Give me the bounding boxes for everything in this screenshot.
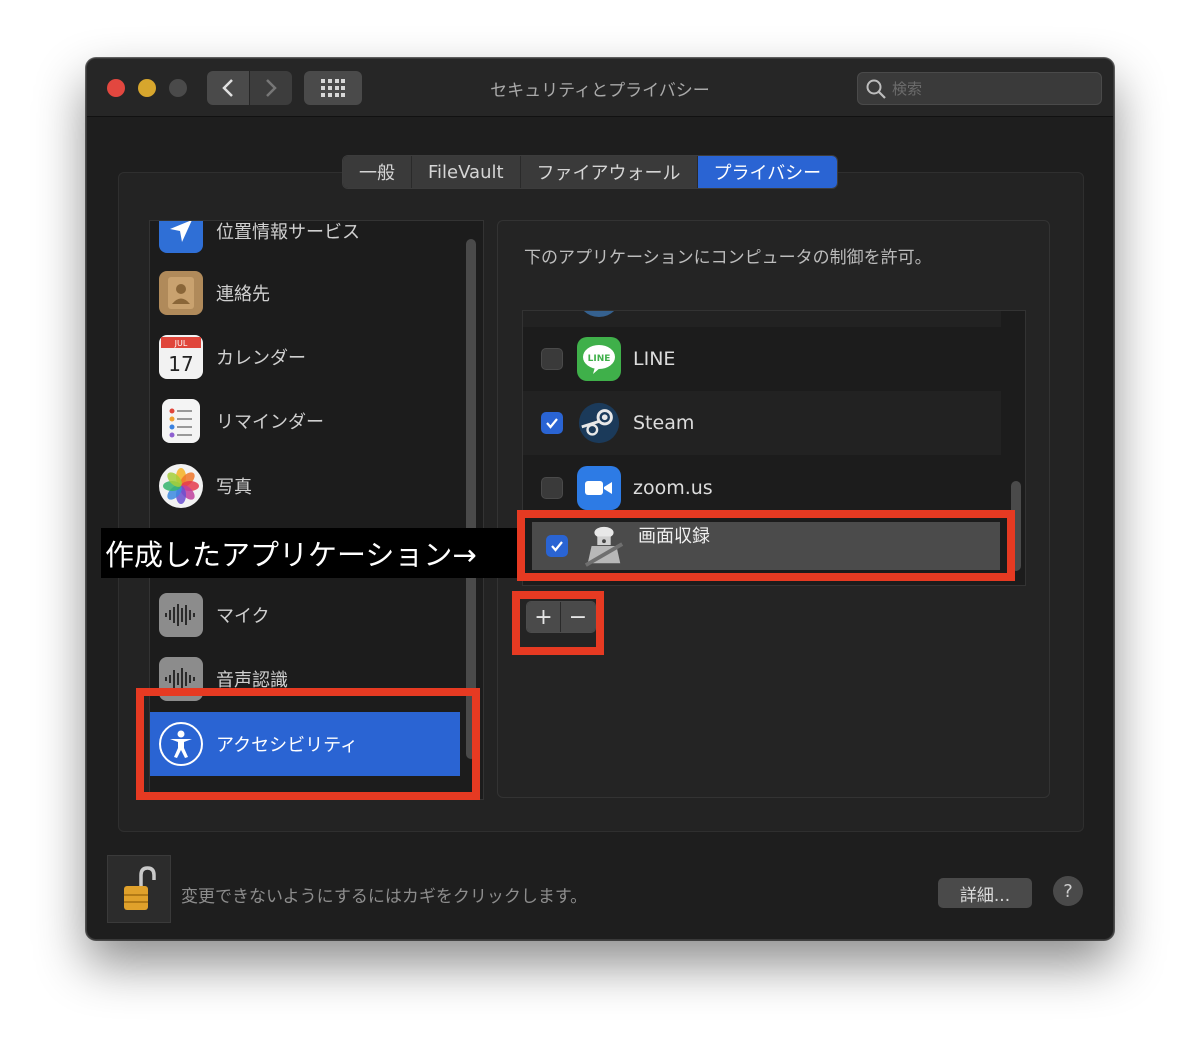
list-item — [523, 311, 1001, 327]
highlight-box-add-remove — [512, 591, 604, 655]
sidebar-item-microphone[interactable]: マイク — [150, 583, 460, 647]
search-field[interactable] — [857, 72, 1102, 105]
sidebar-item-contacts[interactable]: 連絡先 — [150, 261, 460, 325]
unlocked-padlock-icon — [124, 866, 156, 910]
calendar-icon: JUL 17 — [159, 335, 203, 379]
line-app-icon: LINE — [577, 337, 621, 381]
title-bar: セキュリティとプライバシー — [87, 59, 1113, 117]
highlight-box-app — [517, 510, 1015, 581]
app-name: LINE — [633, 348, 676, 370]
app-checkbox[interactable] — [541, 412, 563, 434]
location-arrow-icon — [159, 221, 203, 253]
sidebar-item-label: 連絡先 — [216, 284, 270, 305]
app-checkbox[interactable] — [541, 477, 563, 499]
app-name: Steam — [633, 412, 695, 434]
preferences-window: セキュリティとプライバシー 一般 FileVault ファイアウォール プライバ… — [86, 58, 1114, 940]
reminders-list-icon — [162, 399, 200, 443]
sidebar-item-calendar[interactable]: JUL 17 カレンダー — [150, 325, 460, 389]
help-button[interactable]: ? — [1053, 876, 1083, 906]
list-item[interactable]: Steam — [523, 391, 1001, 455]
search-icon — [866, 79, 886, 99]
tab-privacy[interactable]: プライバシー — [697, 156, 838, 188]
accessibility-panel: 下のアプリケーションにコンピュータの制御を許可。 LINE LINE Steam… — [497, 220, 1050, 798]
checkmark-icon — [546, 418, 558, 429]
sidebar-item-label: リマインダー — [216, 412, 324, 433]
microphone-waveform-icon — [159, 593, 203, 637]
sidebar-item-label: 写真 — [216, 477, 252, 498]
photos-flower-icon — [159, 464, 203, 508]
tab-general[interactable]: 一般 — [343, 156, 412, 188]
annotation-label: 作成したアプリケーション→ — [101, 528, 517, 578]
app-name: zoom.us — [633, 477, 713, 499]
lock-button[interactable] — [107, 855, 171, 923]
highlight-box-accessibility — [136, 688, 480, 800]
app-icon — [577, 311, 621, 317]
svg-text:17: 17 — [168, 352, 193, 376]
sidebar-item-photos[interactable]: 写真 — [150, 454, 460, 518]
panel-description: 下のアプリケーションにコンピュータの制御を許可。 — [524, 248, 932, 268]
lock-instruction-text: 変更できないようにするにはカギをクリックします。 — [181, 887, 588, 907]
sidebar-item-location[interactable]: 位置情報サービス — [150, 221, 460, 263]
sidebar-item-label: マイク — [216, 606, 270, 627]
contacts-book-icon — [159, 271, 203, 315]
steam-app-icon — [577, 401, 621, 445]
tab-firewall[interactable]: ファイアウォール — [520, 156, 698, 188]
zoom-camera-icon — [577, 466, 621, 510]
svg-text:JUL: JUL — [174, 339, 188, 348]
app-checkbox[interactable] — [541, 348, 563, 370]
sidebar-item-label: カレンダー — [216, 348, 306, 369]
sidebar-item-label: 位置情報サービス — [216, 222, 360, 243]
tab-bar: 一般 FileVault ファイアウォール プライバシー — [342, 155, 839, 189]
list-item[interactable]: LINE LINE — [523, 327, 1001, 391]
svg-text:LINE: LINE — [588, 354, 611, 364]
sidebar-item-reminders[interactable]: リマインダー — [150, 389, 460, 453]
details-button[interactable]: 詳細... — [938, 878, 1032, 908]
sidebar-scrollbar[interactable] — [466, 239, 476, 759]
search-input[interactable] — [892, 79, 1082, 98]
tab-filevault[interactable]: FileVault — [412, 156, 521, 188]
